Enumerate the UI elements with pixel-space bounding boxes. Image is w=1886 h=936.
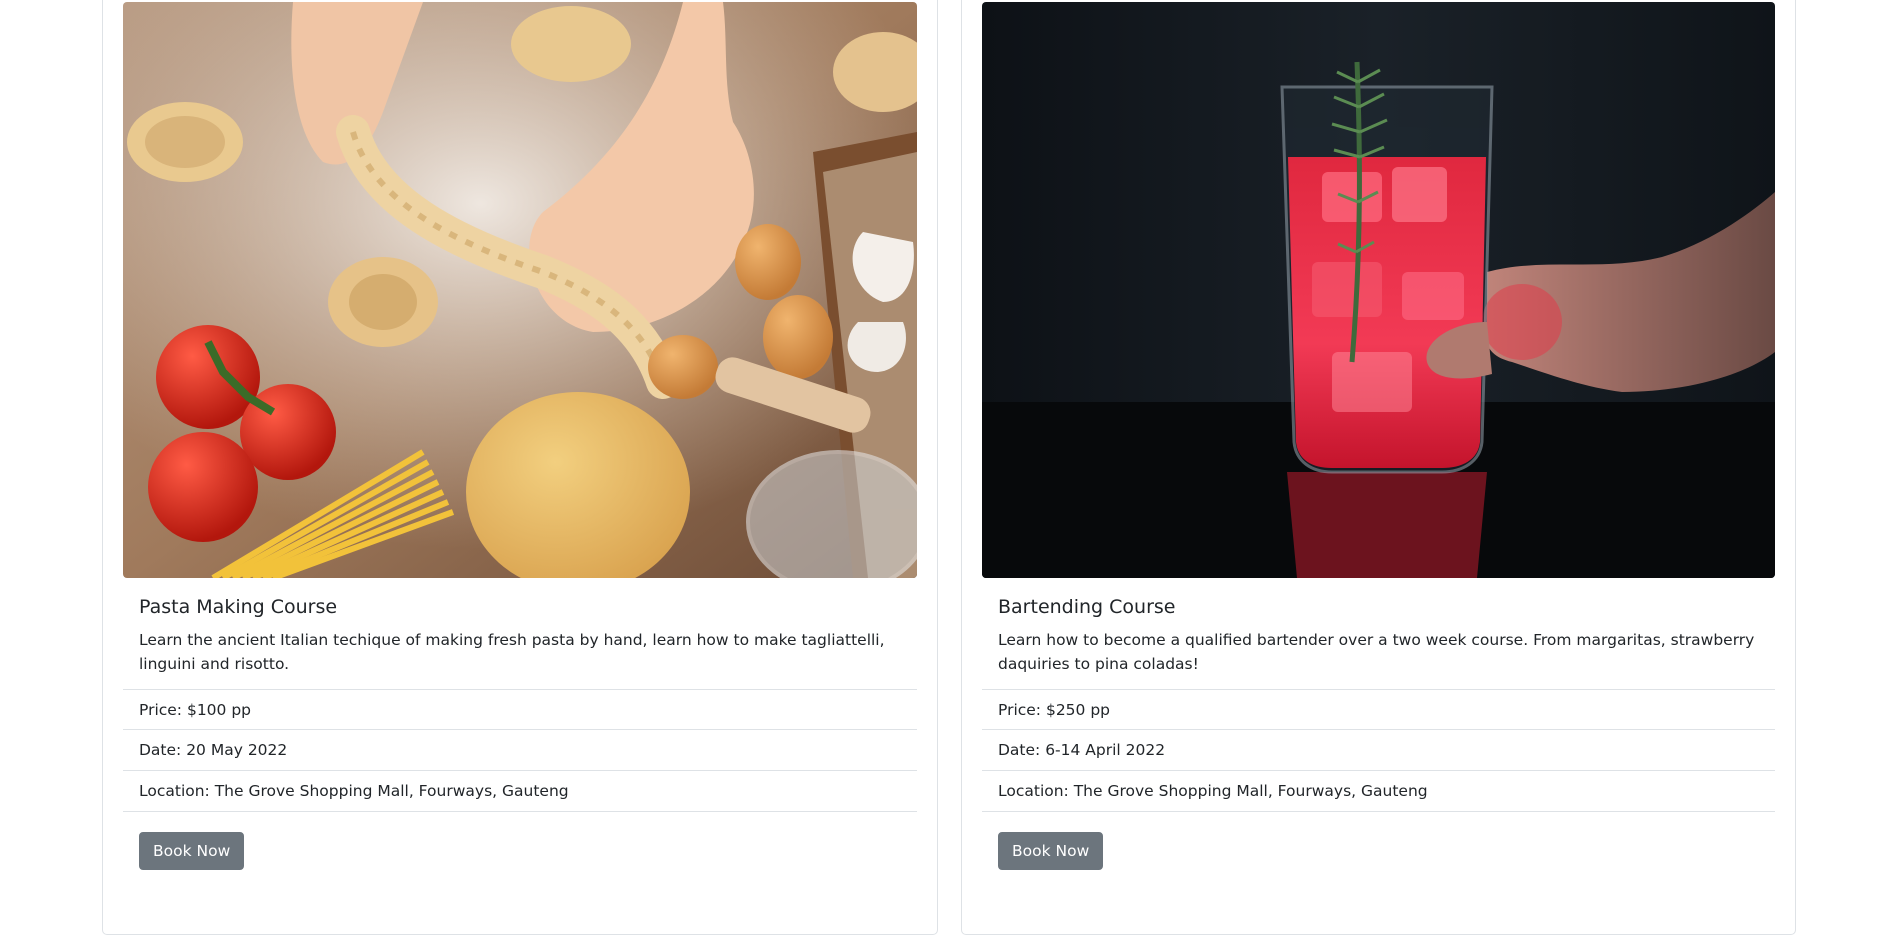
course-card-pasta: Pasta Making Course Learn the ancient It… — [102, 0, 938, 935]
book-now-button[interactable]: Book Now — [998, 832, 1104, 870]
card-title: Bartending Course — [998, 596, 1176, 618]
location-item: Location: The Grove Shopping Mall, Fourw… — [123, 771, 917, 812]
course-details-list: Price: $250 pp Date: 6-14 April 2022 Loc… — [982, 689, 1775, 812]
course-card-row: Pasta Making Course Learn the ancient It… — [0, 0, 1886, 936]
price-item: Price: $250 pp — [982, 690, 1775, 730]
pasta-course-image — [123, 2, 917, 578]
course-card-bartending: Bartending Course Learn how to become a … — [961, 0, 1796, 935]
date-item: Date: 20 May 2022 — [123, 730, 917, 771]
card-description: Learn the ancient Italian techique of ma… — [139, 631, 885, 673]
bartending-course-image — [982, 2, 1775, 578]
date-item: Date: 6-14 April 2022 — [982, 730, 1775, 771]
location-item: Location: The Grove Shopping Mall, Fourw… — [982, 771, 1775, 812]
card-description: Learn how to become a qualified bartende… — [998, 631, 1755, 673]
course-details-list: Price: $100 pp Date: 20 May 2022 Locatio… — [123, 689, 917, 812]
book-now-button[interactable]: Book Now — [139, 832, 245, 870]
card-title: Pasta Making Course — [139, 596, 338, 618]
price-item: Price: $100 pp — [123, 690, 917, 730]
